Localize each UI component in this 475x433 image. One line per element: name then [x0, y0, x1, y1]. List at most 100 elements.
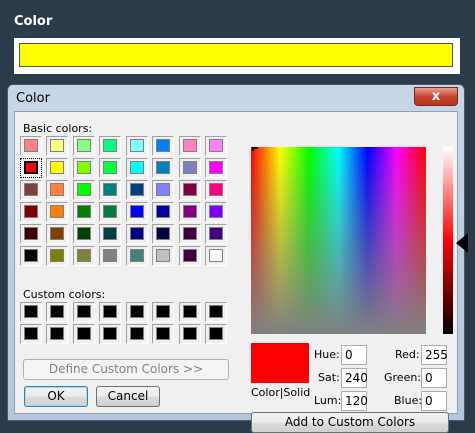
color-swatch[interactable] — [46, 158, 68, 178]
green-label: Green: — [384, 371, 422, 384]
color-swatch[interactable] — [126, 302, 148, 322]
color-spectrum-picker[interactable] — [251, 147, 426, 334]
color-swatch[interactable] — [73, 302, 95, 322]
color-swatch[interactable] — [99, 202, 121, 222]
color-swatch[interactable] — [179, 246, 201, 266]
define-custom-colors-button[interactable]: Define Custom Colors >> — [23, 359, 229, 380]
color-swatch[interactable] — [73, 202, 95, 222]
color-swatch[interactable] — [46, 180, 68, 200]
blue-input[interactable]: 0 — [421, 391, 447, 411]
color-swatch[interactable] — [73, 324, 95, 344]
green-input[interactable]: 0 — [421, 368, 447, 388]
color-swatch[interactable] — [205, 136, 227, 156]
color-swatch[interactable] — [99, 246, 121, 266]
color-swatch[interactable] — [73, 136, 95, 156]
hue-input[interactable]: 0 — [341, 345, 367, 365]
color-swatch[interactable] — [126, 246, 148, 266]
color-swatch[interactable] — [179, 224, 201, 244]
color-property-field[interactable] — [14, 38, 460, 74]
color-swatch[interactable] — [152, 302, 174, 322]
color-swatch-fill — [103, 139, 117, 152]
lum-input[interactable]: 120 — [341, 391, 368, 411]
color-swatch[interactable] — [179, 202, 201, 222]
color-swatch[interactable] — [179, 302, 201, 322]
color-swatch[interactable] — [73, 158, 95, 178]
color-swatch-fill — [209, 183, 223, 196]
color-swatch-fill — [130, 327, 144, 340]
color-swatch[interactable] — [152, 224, 174, 244]
color-swatch[interactable] — [46, 136, 68, 156]
color-swatch-fill — [24, 205, 38, 218]
color-swatch[interactable] — [20, 224, 42, 244]
color-swatch[interactable] — [20, 136, 42, 156]
color-swatch[interactable] — [126, 158, 148, 178]
color-swatch[interactable] — [126, 324, 148, 344]
ok-button[interactable]: OK — [24, 386, 88, 407]
color-swatch[interactable] — [99, 136, 121, 156]
spectrum-crosshair-icon — [252, 147, 258, 151]
color-swatch[interactable] — [20, 302, 42, 322]
color-swatch[interactable] — [46, 224, 68, 244]
color-swatch[interactable] — [152, 158, 174, 178]
color-swatch-fill — [103, 227, 117, 240]
color-swatch[interactable] — [99, 224, 121, 244]
color-swatch-fill — [130, 161, 144, 174]
color-swatch[interactable] — [73, 224, 95, 244]
color-swatch-fill — [183, 161, 197, 174]
color-swatch[interactable] — [205, 302, 227, 322]
color-swatch[interactable] — [99, 180, 121, 200]
cancel-button[interactable]: Cancel — [96, 386, 160, 407]
color-swatch[interactable] — [179, 136, 201, 156]
color-swatch[interactable] — [46, 246, 68, 266]
color-swatch-fill — [183, 249, 197, 262]
color-swatch[interactable] — [73, 180, 95, 200]
color-swatch[interactable] — [126, 202, 148, 222]
color-swatch-fill — [130, 183, 144, 196]
color-swatch[interactable] — [46, 302, 68, 322]
color-swatch[interactable] — [205, 324, 227, 344]
color-swatch-fill — [183, 205, 197, 218]
luminosity-arrow-icon[interactable] — [456, 233, 468, 253]
color-swatch[interactable] — [205, 180, 227, 200]
close-button[interactable]: x — [414, 87, 458, 106]
color-swatch[interactable] — [20, 246, 42, 266]
color-solid-label: Color|Solid — [251, 386, 311, 399]
add-to-custom-colors-button[interactable]: Add to Custom Colors — [251, 412, 449, 433]
color-swatch[interactable] — [179, 324, 201, 344]
color-swatch[interactable] — [20, 158, 42, 178]
color-swatch[interactable] — [179, 180, 201, 200]
color-swatch-fill — [50, 227, 64, 240]
luminosity-slider[interactable] — [443, 147, 453, 334]
color-swatch[interactable] — [99, 158, 121, 178]
color-swatch[interactable] — [152, 246, 174, 266]
color-swatch[interactable] — [205, 224, 227, 244]
color-swatch[interactable] — [152, 180, 174, 200]
color-swatch[interactable] — [20, 202, 42, 222]
red-input[interactable]: 255 — [421, 345, 448, 365]
color-swatch[interactable] — [126, 224, 148, 244]
sat-input[interactable]: 240 — [341, 368, 368, 388]
color-swatch[interactable] — [126, 136, 148, 156]
color-swatch-fill — [183, 139, 197, 152]
color-swatch[interactable] — [46, 202, 68, 222]
color-swatch[interactable] — [73, 246, 95, 266]
color-swatch[interactable] — [179, 158, 201, 178]
color-swatch[interactable] — [152, 136, 174, 156]
color-swatch-fill — [156, 305, 170, 318]
color-swatch[interactable] — [99, 324, 121, 344]
color-swatch[interactable] — [99, 302, 121, 322]
color-swatch-fill — [77, 183, 91, 196]
color-swatch[interactable] — [205, 158, 227, 178]
color-swatch[interactable] — [152, 324, 174, 344]
color-swatch-fill — [103, 161, 117, 174]
color-swatch[interactable] — [126, 180, 148, 200]
color-swatch-fill — [156, 183, 170, 196]
color-swatch[interactable] — [205, 202, 227, 222]
color-swatch[interactable] — [20, 180, 42, 200]
color-swatch[interactable] — [152, 202, 174, 222]
color-swatch[interactable] — [20, 324, 42, 344]
color-swatch[interactable] — [46, 324, 68, 344]
color-swatch[interactable] — [205, 246, 227, 266]
color-swatch-fill — [209, 305, 223, 318]
color-swatch-fill — [24, 161, 38, 174]
